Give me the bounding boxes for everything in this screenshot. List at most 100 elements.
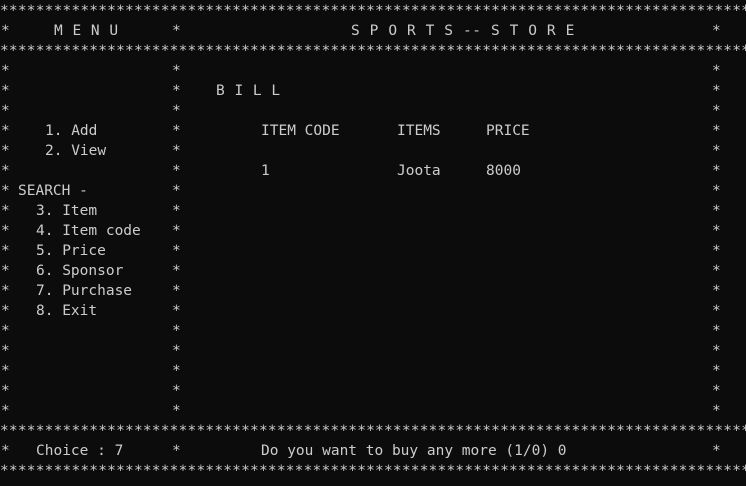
border-star: * (712, 323, 721, 339)
body-row: * 2. View * * (0, 141, 746, 161)
divider-star: * (172, 343, 181, 359)
console-window[interactable]: ****************************************… (0, 0, 746, 486)
menu-title: M E N U (54, 23, 119, 39)
column-header-item-code: ITEM CODE (261, 123, 340, 139)
menu-item-sponsor[interactable]: 6. Sponsor (36, 261, 123, 281)
divider-star: * (172, 263, 181, 279)
border-star: * (712, 443, 721, 459)
menu-item-item[interactable]: 3. Item (36, 201, 97, 221)
border-star: * (712, 23, 721, 39)
border-star: * (712, 123, 721, 139)
border-star: * (712, 183, 721, 199)
border-star: * (712, 63, 721, 79)
divider-star: * (172, 323, 181, 339)
divider-star: * (172, 23, 181, 39)
border-star: * (1, 123, 10, 139)
border-star: * (1, 223, 10, 239)
body-row: * SEARCH - * * (0, 181, 746, 201)
border-star: * (1, 363, 10, 379)
top-border: ****************************************… (0, 1, 746, 21)
body-row: * * * (0, 401, 746, 421)
buy-more-prompt[interactable]: Do you want to buy any more (1/0) 0 (261, 441, 567, 461)
search-heading: SEARCH - (18, 183, 88, 199)
menu-item-purchase[interactable]: 7. Purchase (36, 281, 132, 301)
border-star: * (1, 303, 10, 319)
border-star: * (712, 363, 721, 379)
border-stars: ****************************************… (0, 43, 746, 59)
menu-item-view[interactable]: 2. View (45, 141, 106, 161)
menu-item-price[interactable]: 5. Price (36, 241, 106, 261)
divider-star: * (172, 183, 181, 199)
border-star: * (1, 23, 10, 39)
body-row: * 8. Exit * * (0, 301, 746, 321)
body-row: * 4. Item code * * (0, 221, 746, 241)
divider-star: * (172, 223, 181, 239)
border-star: * (1, 323, 10, 339)
body-row: * 5. Price * * (0, 241, 746, 261)
choice-readout: Choice : 7 (36, 443, 124, 459)
border-star: * (712, 143, 721, 159)
border-stars: ****************************************… (0, 463, 746, 479)
menu-item-item-code[interactable]: 4. Item code (36, 221, 141, 241)
bill-title: B I L L (216, 83, 281, 99)
divider-star: * (172, 163, 181, 179)
body-row: * * * (0, 381, 746, 401)
footer-border: ****************************************… (0, 421, 746, 441)
border-star: * (712, 283, 721, 299)
divider-star: * (172, 203, 181, 219)
border-stars: ****************************************… (0, 3, 746, 19)
cell-item: Joota (397, 163, 441, 179)
divider-star: * (172, 363, 181, 379)
divider-star: * (172, 443, 181, 459)
border-star: * (712, 223, 721, 239)
table-row: * * 1 Joota 8000 * (0, 161, 746, 181)
border-star: * (712, 203, 721, 219)
border-star: * (1, 163, 10, 179)
border-star: * (712, 103, 721, 119)
divider-star: * (172, 143, 181, 159)
header-border: ****************************************… (0, 41, 746, 61)
body-row: * * * (0, 61, 746, 81)
border-star: * (1, 443, 10, 459)
border-star: * (712, 403, 721, 419)
divider-star: * (172, 103, 181, 119)
border-star: * (712, 163, 721, 179)
header-row: * M E N U * S P O R T S -- S T O R E * (0, 21, 746, 41)
divider-star: * (172, 283, 181, 299)
border-stars: ****************************************… (0, 423, 746, 439)
body-row: * 7. Purchase * * (0, 281, 746, 301)
border-star: * (1, 283, 10, 299)
divider-star: * (172, 383, 181, 399)
menu-item-add[interactable]: 1. Add (45, 121, 97, 141)
border-star: * (712, 383, 721, 399)
store-title: S P O R T S -- S T O R E (351, 23, 575, 39)
column-header-items: ITEMS (397, 123, 441, 139)
border-star: * (1, 143, 10, 159)
divider-star: * (172, 303, 181, 319)
border-star: * (1, 403, 10, 419)
border-star: * (712, 263, 721, 279)
border-star: * (1, 343, 10, 359)
body-row: * * B I L L * (0, 81, 746, 101)
column-header-price: PRICE (486, 123, 530, 139)
border-star: * (1, 103, 10, 119)
body-row: * 6. Sponsor * * (0, 261, 746, 281)
body-row: * 1. Add * ITEM CODE ITEMS PRICE * (0, 121, 746, 141)
footer-row: * Choice : 7 * Do you want to buy any mo… (0, 441, 746, 461)
border-star: * (712, 243, 721, 259)
divider-star: * (172, 403, 181, 419)
border-star: * (712, 343, 721, 359)
body-row: * * * (0, 341, 746, 361)
border-star: * (1, 243, 10, 259)
divider-star: * (172, 243, 181, 259)
border-star: * (712, 303, 721, 319)
border-star: * (1, 203, 10, 219)
body-row: * * * (0, 361, 746, 381)
menu-item-exit[interactable]: 8. Exit (36, 301, 97, 321)
divider-star: * (172, 123, 181, 139)
body-row: * * * (0, 101, 746, 121)
border-star: * (712, 83, 721, 99)
body-row: * 3. Item * * (0, 201, 746, 221)
border-star: * (1, 83, 10, 99)
divider-star: * (172, 63, 181, 79)
